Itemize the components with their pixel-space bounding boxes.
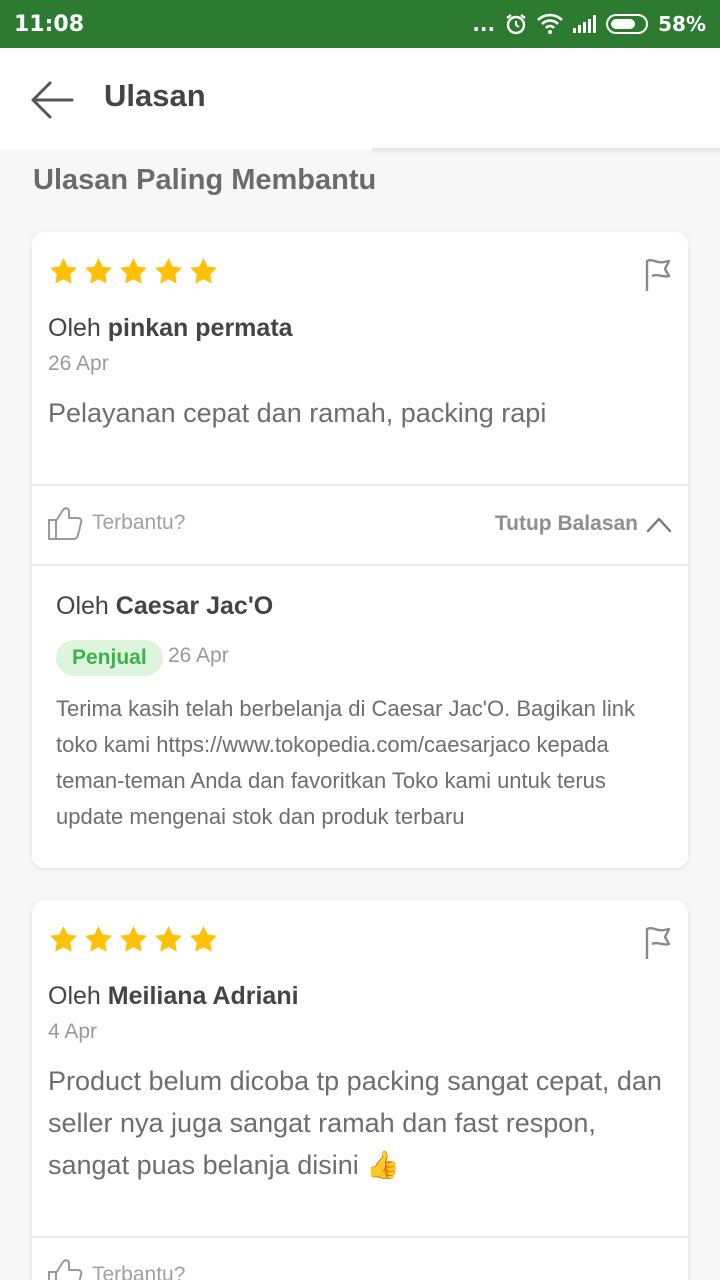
report-flag-icon[interactable] xyxy=(642,258,672,292)
star-icon xyxy=(120,925,147,952)
star-icon xyxy=(190,257,217,284)
helpful-label: Terbantu? xyxy=(92,1263,186,1280)
review-author: Oleh Meiliana Adriani xyxy=(48,982,299,1010)
battery-percent: 58% xyxy=(658,12,706,36)
helpful-button[interactable]: Terbantu? xyxy=(46,504,185,542)
wifi-icon xyxy=(537,13,564,34)
star-rating xyxy=(48,256,219,287)
thumbs-up-icon xyxy=(48,507,83,540)
page-title: Ulasan xyxy=(104,78,206,113)
review-text: Pelayanan cepat dan ramah, packing rapi xyxy=(48,398,547,428)
chevron-up-icon xyxy=(646,517,672,533)
report-flag-icon[interactable] xyxy=(642,926,672,960)
reply-date: 26 Apr xyxy=(168,644,229,667)
star-icon xyxy=(120,257,147,284)
close-reply-label: Tutup Balasan xyxy=(494,512,638,535)
divider xyxy=(32,1236,688,1238)
review-text: Product belum dicoba tp packing sangat c… xyxy=(48,1066,662,1180)
back-arrow-icon[interactable] xyxy=(30,78,74,122)
more-dots-icon: ... xyxy=(472,12,496,36)
battery-icon xyxy=(606,14,649,34)
status-bar: 11:08 ... 58% xyxy=(0,0,720,48)
helpful-button[interactable]: Terbantu? xyxy=(46,1256,185,1280)
close-reply-button[interactable]: Tutup Balasan xyxy=(495,512,672,536)
star-icon xyxy=(50,257,77,284)
review-author: Oleh pinkan permata xyxy=(48,314,293,342)
helpful-label: Terbantu? xyxy=(92,511,186,534)
review-date: 4 Apr xyxy=(48,1020,98,1043)
star-icon xyxy=(85,257,112,284)
star-icon xyxy=(155,925,182,952)
review-card: Oleh Meiliana Adriani 4 Apr Product belu… xyxy=(32,900,688,1280)
reply-text: Terima kasih telah berbelanja di Caesar … xyxy=(56,696,635,829)
review-card: Oleh pinkan permata 26 Apr Pelayanan cep… xyxy=(32,232,688,868)
section-title: Ulasan Paling Membantu xyxy=(33,164,377,196)
star-rating xyxy=(48,924,219,955)
reply-author: Oleh Caesar Jac'O xyxy=(56,592,274,620)
star-icon xyxy=(50,925,77,952)
thumbs-up-icon xyxy=(48,1259,83,1280)
divider xyxy=(32,484,688,486)
divider xyxy=(32,564,688,566)
app-bar-shadow xyxy=(372,148,720,156)
star-icon xyxy=(190,925,217,952)
star-icon xyxy=(85,925,112,952)
signal-icon xyxy=(573,15,597,33)
star-icon xyxy=(155,257,182,284)
review-date: 26 Apr xyxy=(48,352,109,375)
alarm-icon xyxy=(506,14,526,35)
status-icons: ... 58% xyxy=(472,12,706,36)
status-time: 11:08 xyxy=(14,11,85,37)
app-bar: Ulasan xyxy=(0,48,720,150)
seller-badge: Penjual xyxy=(56,640,163,676)
